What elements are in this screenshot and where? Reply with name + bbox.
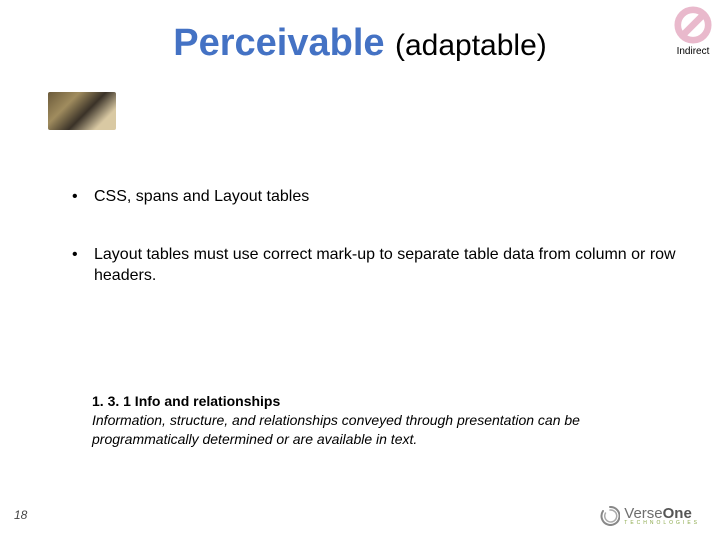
bullet-item: Layout tables must use correct mark-up t… [72,244,680,287]
logo-swirl-icon [600,506,620,526]
page-number: 18 [14,508,27,522]
prohibited-icon [674,6,712,44]
badge-label: Indirect [674,46,712,57]
slide: Perceivable (adaptable) Indirect CSS, sp… [0,0,720,540]
brand-logo: VerseOne TECHNOLOGIES [600,505,700,526]
title-main: Perceivable [173,22,384,64]
footnote: 1. 3. 1 Info and relationships Informati… [92,392,650,449]
title-sub: (adaptable) [395,29,547,62]
footnote-body: Information, structure, and relationship… [92,412,580,447]
bullet-item: CSS, spans and Layout tables [72,186,680,208]
dog-thumbnail-image [48,92,116,130]
logo-text-wrap: VerseOne TECHNOLOGIES [624,505,700,526]
slide-title: Perceivable (adaptable) [0,0,720,73]
badge-indirect: Indirect [674,6,712,57]
footnote-title: 1. 3. 1 Info and relationships [92,393,280,409]
bullet-list: CSS, spans and Layout tables Layout tabl… [72,186,680,323]
logo-subtext: TECHNOLOGIES [624,520,700,526]
